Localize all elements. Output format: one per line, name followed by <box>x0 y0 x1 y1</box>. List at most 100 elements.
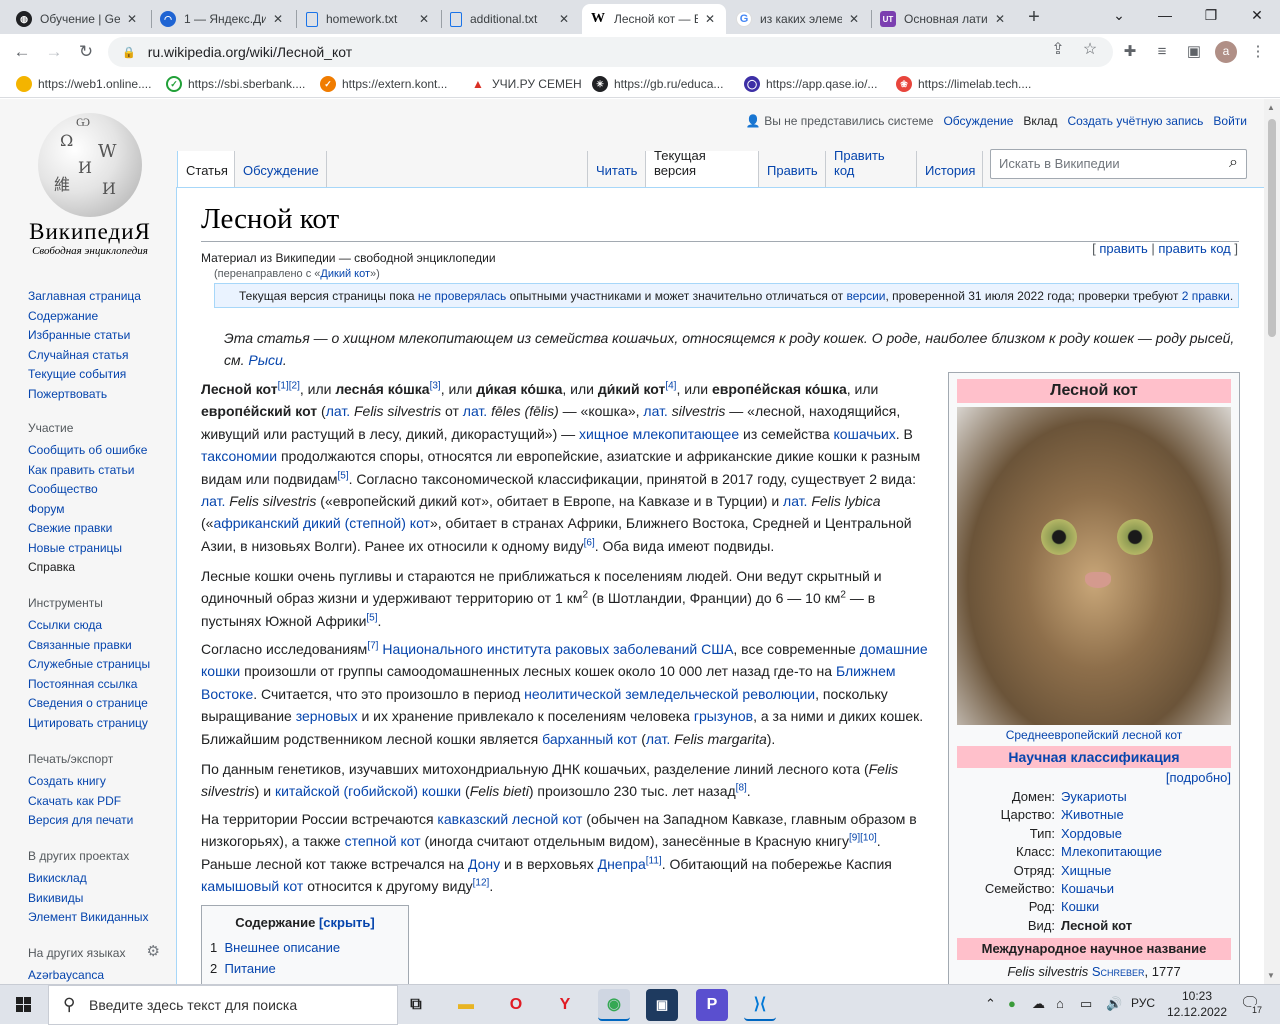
edit-link[interactable]: править <box>1099 241 1147 256</box>
wikipedia-logo[interactable]: ΩW И維 ИѠ ВикипедиЯ Свободная энциклопеди… <box>22 113 158 263</box>
tab-edit[interactable]: Править <box>759 151 826 187</box>
sidebar-item[interactable]: Версия для печати <box>28 811 178 831</box>
browser-tab[interactable]: UT Основная лати ✕ <box>872 4 1016 34</box>
volume-icon[interactable]: 🔊 <box>1106 996 1122 1012</box>
search-icon[interactable]: ⌕ <box>1229 154 1238 172</box>
browser-tab[interactable]: G из каких элеме ✕ <box>728 4 870 34</box>
bookmark-item[interactable]: ◯ https://app.qase.io/... <box>744 74 877 94</box>
infobox-caption[interactable]: Среднеевропейский лесной кот <box>1006 728 1183 742</box>
toc-item[interactable]: 1 Внешнее описание <box>210 940 400 955</box>
back-button[interactable]: ← <box>8 38 36 66</box>
sidebar-item[interactable]: Скачать как PDF <box>28 792 178 812</box>
task-view-icon[interactable]: ⧉ <box>400 989 432 1021</box>
chrome-icon[interactable]: ◉ <box>598 989 630 1021</box>
file-explorer-icon[interactable]: ▬ <box>450 989 482 1021</box>
sidebar-item[interactable]: Azərbaycanca <box>28 966 178 984</box>
edit-source-link[interactable]: править код <box>1158 241 1230 256</box>
bookmark-item[interactable]: ▲ УЧИ.РУ СЕМЕН <box>470 74 582 94</box>
window-close-button[interactable]: ✕ <box>1234 0 1280 32</box>
sidebar-item-main-page[interactable]: Заглавная страница <box>28 287 178 307</box>
user-talk-link[interactable]: Обсуждение <box>943 114 1013 128</box>
lock-icon[interactable]: 🔒 <box>122 46 136 59</box>
sidebar-item[interactable]: Создать книгу <box>28 772 178 792</box>
browser-tab[interactable]: additional.txt ✕ <box>442 4 580 34</box>
create-account-link[interactable]: Создать учётную запись <box>1067 114 1203 128</box>
security-app-icon[interactable]: ▣ <box>646 989 678 1021</box>
close-icon[interactable]: ✕ <box>556 12 572 26</box>
share-icon[interactable]: ⇪ <box>1048 39 1068 59</box>
close-icon[interactable]: ✕ <box>992 12 1008 26</box>
toc-item[interactable]: 2 Питание <box>210 961 400 976</box>
sidebar-item[interactable]: Цитировать страницу <box>28 714 178 734</box>
new-tab-button[interactable]: + <box>1022 6 1046 30</box>
sidebar-item[interactable]: Викивиды <box>28 889 178 909</box>
sidebar-item[interactable]: Сообщество <box>28 480 178 500</box>
input-language[interactable]: РУС <box>1131 996 1155 1010</box>
close-icon[interactable]: ✕ <box>124 12 140 26</box>
minimize-button[interactable]: — <box>1142 0 1188 32</box>
tab-talk[interactable]: Обсуждение <box>235 151 327 187</box>
address-bar[interactable]: 🔒 ru.wikipedia.org/wiki/Лесной_кот <box>108 37 1113 67</box>
sidebar-item[interactable]: Постоянная ссылка <box>28 675 178 695</box>
close-icon[interactable]: ✕ <box>846 12 862 26</box>
bookmark-item[interactable]: ✳ https://gb.ru/educa... <box>592 74 723 94</box>
network-icon[interactable]: ⌂ <box>1056 996 1064 1011</box>
redirect-link[interactable]: Дикий кот <box>320 268 370 280</box>
sidebar-item-random[interactable]: Случайная статья <box>28 346 178 366</box>
opera-icon[interactable]: O <box>500 989 532 1021</box>
search-input[interactable]: Искать в Википедии ⌕ <box>990 149 1247 179</box>
page-scrollbar[interactable]: ▲ ▼ <box>1264 99 1280 984</box>
sidebar-item-donate[interactable]: Пожертвовать <box>28 385 178 405</box>
sidebar-item[interactable]: Элемент Викиданных <box>28 908 178 928</box>
tab-history[interactable]: История <box>917 151 983 187</box>
sidebar-item[interactable]: Сообщить об ошибке <box>28 441 178 461</box>
battery-icon[interactable]: ▭ <box>1080 996 1092 1012</box>
bookmark-item[interactable]: https://web1.online.... <box>16 74 151 94</box>
sidebar-item[interactable]: Служебные страницы <box>28 655 178 675</box>
tab-current-version[interactable]: Текущая версия <box>646 148 759 187</box>
notifications-icon[interactable]: 🗨 17 <box>1240 993 1265 1015</box>
cloud-icon[interactable]: ☁ <box>1032 996 1045 1012</box>
sidebar-item[interactable]: Справка <box>28 558 178 578</box>
sidebar-item[interactable]: Викисклад <box>28 869 178 889</box>
sidebar-item[interactable]: Как править статьи <box>28 461 178 481</box>
reload-button[interactable]: ↻ <box>72 38 100 66</box>
side-panel-icon[interactable]: ▣ <box>1180 38 1208 66</box>
bookmark-star-icon[interactable]: ☆ <box>1080 39 1100 59</box>
taskbar-search-input[interactable]: ⚲ Введите здесь текст для поиска <box>48 985 398 1025</box>
media-control-icon[interactable]: ≡ <box>1148 38 1176 66</box>
forward-button[interactable]: → <box>40 38 68 66</box>
tray-chevron-icon[interactable]: ⌃ <box>985 996 996 1012</box>
chevron-down-icon[interactable]: ⌄ <box>1096 0 1142 32</box>
sidebar-item[interactable]: Ссылки сюда <box>28 616 178 636</box>
browser-tab[interactable]: homework.txt ✕ <box>298 4 440 34</box>
bookmark-item[interactable]: ✓ https://sbi.sberbank.... <box>166 74 305 94</box>
close-icon[interactable]: ✕ <box>270 12 286 26</box>
close-icon[interactable]: ✕ <box>416 12 432 26</box>
p-app-icon[interactable]: P <box>696 989 728 1021</box>
bookmark-item[interactable]: ❀ https://limelab.tech.... <box>896 74 1031 94</box>
restore-button[interactable]: ❐ <box>1188 0 1234 32</box>
yandex-browser-icon[interactable]: Y <box>549 989 581 1021</box>
sidebar-item-current-events[interactable]: Текущие события <box>28 365 178 385</box>
vscode-icon[interactable]: ⟩⟨ <box>744 989 776 1021</box>
tray-app-icon[interactable]: ● <box>1008 996 1016 1011</box>
sidebar-item[interactable]: Свежие правки <box>28 519 178 539</box>
toc-toggle[interactable]: [скрыть] <box>319 915 375 930</box>
browser-tab-active[interactable]: W Лесной кот — В ✕ <box>582 4 726 34</box>
scroll-down-icon[interactable]: ▼ <box>1267 971 1275 980</box>
scroll-up-icon[interactable]: ▲ <box>1267 103 1275 112</box>
gear-icon[interactable]: ⚙ <box>147 944 160 960</box>
browser-tab[interactable]: ◠ 1 — Яндекс.Ди ✕ <box>152 4 294 34</box>
browser-tab[interactable]: ◍ Обучение | Ge ✕ <box>8 4 148 34</box>
tab-read[interactable]: Читать <box>587 151 646 187</box>
tab-edit-source[interactable]: Править код <box>826 148 917 187</box>
sidebar-item[interactable]: Форум <box>28 500 178 520</box>
system-clock[interactable]: 10:23 12.12.2022 <box>1162 988 1232 1020</box>
scrollbar-thumb[interactable] <box>1268 119 1276 337</box>
user-contrib-link[interactable]: Вклад <box>1023 114 1057 128</box>
sidebar-item[interactable]: Сведения о странице <box>28 694 178 714</box>
close-icon[interactable]: ✕ <box>702 12 718 26</box>
taxobox-edit-link[interactable]: [подробно] <box>1166 770 1231 785</box>
bookmark-item[interactable]: ✓ https://extern.kont... <box>320 74 447 94</box>
